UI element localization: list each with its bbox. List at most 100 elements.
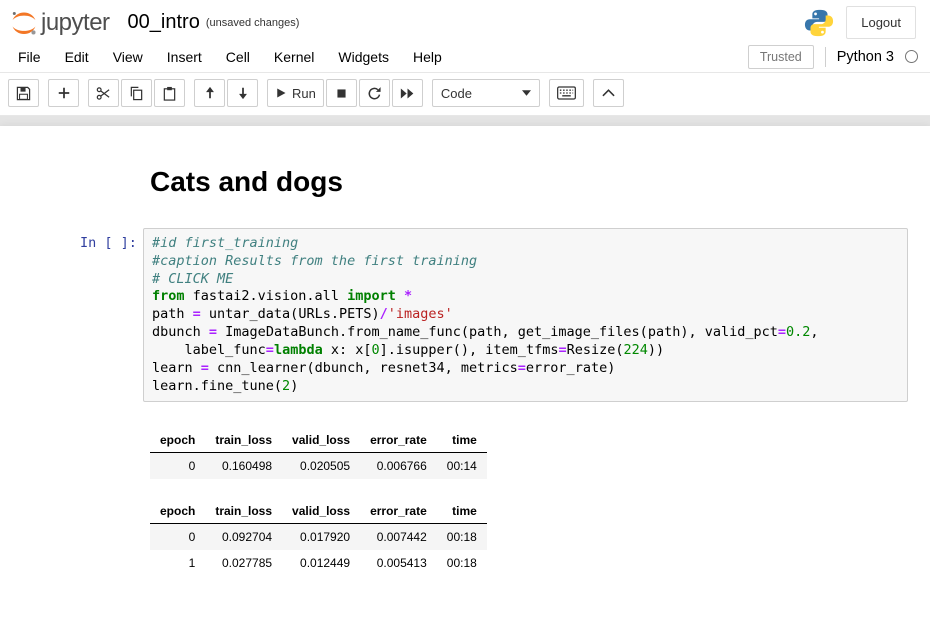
training-results-table: epochtrain_lossvalid_losserror_ratetime0… [150, 428, 487, 479]
notebook-title[interactable]: 00_intro [128, 11, 200, 34]
notebook-header: jupyter 00_intro (unsaved changes) Logou… [0, 0, 930, 41]
table-row: 10.0277850.0124490.00541300:18 [150, 550, 487, 576]
python-logo-icon [804, 8, 834, 38]
copy-cell-button[interactable] [121, 79, 152, 107]
menu-item-widgets[interactable]: Widgets [326, 44, 401, 70]
code-line: #id first_training [152, 235, 899, 253]
output-cell: epochtrain_lossvalid_losserror_ratetime0… [80, 416, 908, 596]
table-cell: 0 [150, 524, 205, 551]
autosave-status: (unsaved changes) [206, 17, 300, 29]
header-left: jupyter 00_intro (unsaved changes) [10, 9, 299, 37]
table-column-header: valid_loss [282, 428, 360, 453]
run-button[interactable]: Run [267, 79, 324, 107]
markdown-rendered: Cats and dogs [143, 158, 908, 214]
table-cell: 0.012449 [282, 550, 360, 576]
logout-button[interactable]: Logout [846, 6, 916, 39]
arrow-down-icon [236, 86, 250, 100]
table-column-header: epoch [150, 499, 205, 524]
code-line: path = untar_data(URLs.PETS)/'images' [152, 306, 899, 324]
menu-item-kernel[interactable]: Kernel [262, 44, 326, 70]
menu-divider [825, 47, 826, 67]
table-cell: 00:18 [437, 524, 487, 551]
code-line: #caption Results from the first training [152, 253, 899, 271]
markdown-cell[interactable]: Cats and dogs [80, 158, 908, 214]
markdown-cell-prompt [80, 158, 135, 214]
copy-icon [129, 86, 144, 101]
section-heading: Cats and dogs [150, 166, 908, 198]
table-cell: 1 [150, 550, 205, 576]
menu-bar: FileEditViewInsertCellKernelWidgetsHelp … [0, 41, 930, 73]
toolbar-chevron-up-button[interactable] [593, 79, 624, 107]
menu-item-view[interactable]: View [101, 44, 155, 70]
menu-items: FileEditViewInsertCellKernelWidgetsHelp [6, 44, 454, 70]
scissors-icon [96, 86, 111, 101]
table-cell: 0 [150, 453, 205, 480]
table-cell: 0.017920 [282, 524, 360, 551]
table-cell: 0.027785 [205, 550, 282, 576]
menu-item-insert[interactable]: Insert [155, 44, 214, 70]
table-cell: 0.006766 [360, 453, 437, 480]
table-column-header: valid_loss [282, 499, 360, 524]
cell-type-value: Code [441, 86, 472, 101]
save-button[interactable] [8, 79, 39, 107]
trusted-badge[interactable]: Trusted [748, 45, 814, 69]
move-cell-down-button[interactable] [227, 79, 258, 107]
chevron-down-icon [522, 90, 531, 96]
paste-cell-button[interactable] [154, 79, 185, 107]
fast-forward-icon [400, 87, 415, 100]
code-editor[interactable]: #id first_training#caption Results from … [143, 228, 908, 402]
output-prompt [80, 416, 135, 596]
code-line: from fastai2.vision.all import * [152, 288, 899, 306]
kernel-idle-icon [905, 50, 918, 63]
restart-run-all-button[interactable] [392, 79, 423, 107]
table-column-header: train_loss [205, 499, 282, 524]
play-icon [275, 87, 287, 99]
header-right: Logout [804, 6, 916, 39]
table-column-header: epoch [150, 428, 205, 453]
code-cell[interactable]: In [ ]: #id first_training#caption Resul… [80, 228, 908, 402]
stop-icon [335, 87, 348, 100]
table-column-header: time [437, 499, 487, 524]
menu-item-cell[interactable]: Cell [214, 44, 262, 70]
arrow-up-icon [203, 86, 217, 100]
chevron-up-icon [602, 89, 615, 97]
add-cell-button[interactable] [48, 79, 79, 107]
notebook-container: Cats and dogs In [ ]: #id first_training… [0, 126, 930, 640]
menu-item-help[interactable]: Help [401, 44, 454, 70]
cell-type-select[interactable]: Code [432, 79, 540, 107]
code-line: # CLICK ME [152, 271, 899, 289]
jupyter-logo-text: jupyter [41, 9, 110, 37]
restart-kernel-button[interactable] [359, 79, 390, 107]
table-cell: 0.092704 [205, 524, 282, 551]
table-cell: 00:18 [437, 550, 487, 576]
command-palette-button[interactable] [549, 79, 584, 107]
table-row: 00.1604980.0205050.00676600:14 [150, 453, 487, 480]
cut-cell-button[interactable] [88, 79, 119, 107]
table-cell: 00:14 [437, 453, 487, 480]
kernel-name: Python 3 [837, 49, 894, 65]
notebook-area: Cats and dogs In [ ]: #id first_training… [0, 116, 930, 640]
jupyter-logo[interactable]: jupyter [10, 9, 110, 37]
training-results-table: epochtrain_lossvalid_losserror_ratetime0… [150, 499, 487, 576]
menu-item-file[interactable]: File [6, 44, 53, 70]
table-cell: 0.020505 [282, 453, 360, 480]
code-line: learn = cnn_learner(dbunch, resnet34, me… [152, 360, 899, 378]
code-line: label_func=lambda x: x[0].isupper(), ite… [152, 342, 899, 360]
restart-icon [367, 86, 382, 101]
jupyter-logo-icon [10, 9, 38, 37]
code-line: learn.fine_tune(2) [152, 378, 899, 396]
table-column-header: error_rate [360, 428, 437, 453]
code-line: dbunch = ImageDataBunch.from_name_func(p… [152, 324, 899, 342]
table-column-header: error_rate [360, 499, 437, 524]
output-area: epochtrain_lossvalid_losserror_ratetime0… [143, 416, 908, 596]
run-button-label: Run [292, 86, 316, 101]
input-prompt: In [ ]: [80, 228, 135, 402]
interrupt-kernel-button[interactable] [326, 79, 357, 107]
table-column-header: time [437, 428, 487, 453]
table-column-header: train_loss [205, 428, 282, 453]
plus-icon [57, 86, 71, 100]
move-cell-up-button[interactable] [194, 79, 225, 107]
table-cell: 0.005413 [360, 550, 437, 576]
save-icon [16, 86, 31, 101]
menu-item-edit[interactable]: Edit [53, 44, 101, 70]
